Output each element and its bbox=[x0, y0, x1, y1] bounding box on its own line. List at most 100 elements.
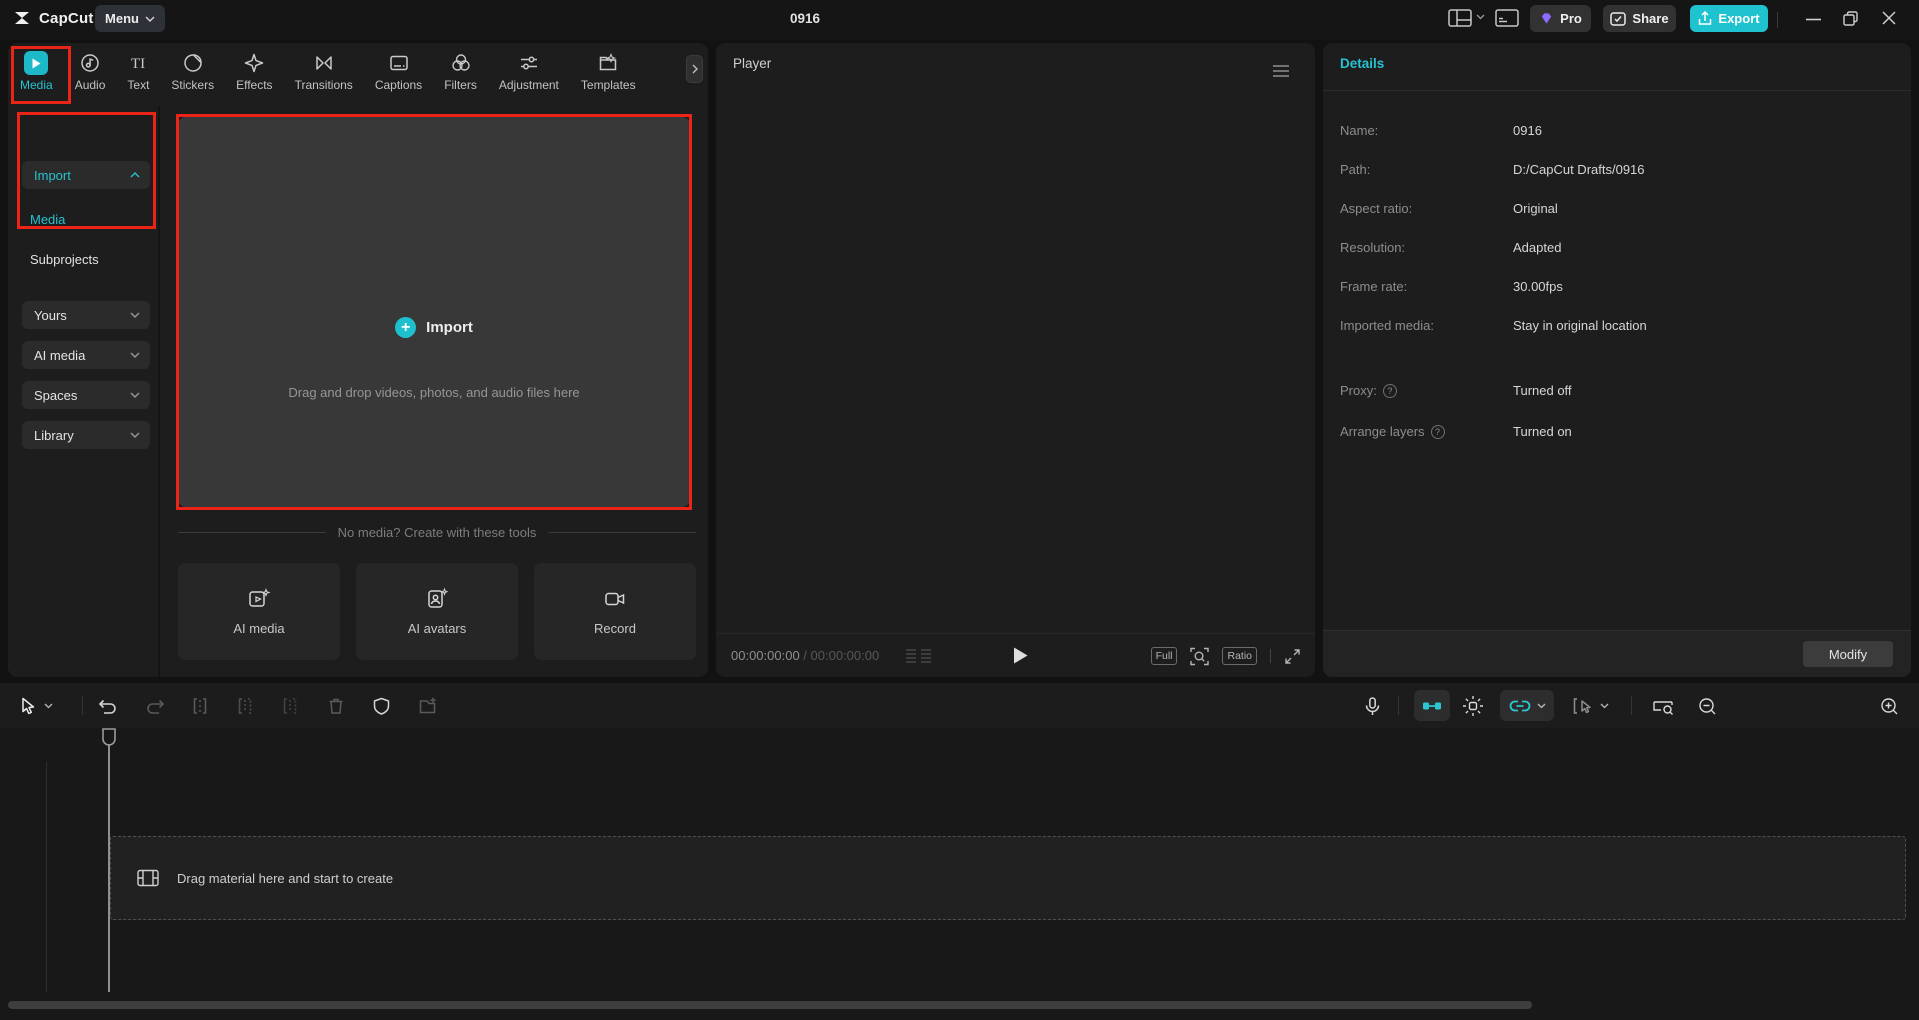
arrange-layers-label-text: Arrange layers bbox=[1340, 424, 1425, 439]
fullscreen-button[interactable] bbox=[1284, 648, 1301, 665]
menu-button[interactable]: Menu bbox=[95, 5, 165, 32]
minimize-button[interactable] bbox=[1806, 18, 1821, 21]
svg-text:TI: TI bbox=[131, 56, 145, 72]
playhead-handle[interactable] bbox=[101, 728, 117, 746]
player-menu-button[interactable] bbox=[1272, 65, 1290, 77]
extract-frame-button[interactable] bbox=[412, 691, 442, 721]
tab-text[interactable]: TI Text bbox=[127, 51, 149, 92]
tab-adjustment[interactable]: Adjustment bbox=[499, 51, 559, 92]
delete-button[interactable] bbox=[321, 691, 351, 721]
tab-audio[interactable]: Audio bbox=[75, 51, 106, 92]
timeline-area[interactable]: Drag material here and start to create bbox=[0, 728, 1919, 1020]
select-mode-button[interactable] bbox=[1564, 691, 1616, 721]
close-button[interactable] bbox=[1882, 11, 1896, 25]
adjust-panel-button[interactable] bbox=[1495, 9, 1519, 27]
zoom-out-button[interactable] bbox=[1692, 691, 1722, 721]
zoom-in-button[interactable] bbox=[1874, 691, 1904, 721]
record-card[interactable]: Record bbox=[534, 563, 696, 660]
text-icon: TI bbox=[127, 52, 149, 74]
tab-templates[interactable]: Templates bbox=[581, 51, 636, 92]
chevron-down-icon bbox=[130, 352, 140, 358]
sidebar-item-subprojects[interactable]: Subprojects bbox=[30, 252, 99, 267]
redo-button[interactable] bbox=[140, 691, 170, 721]
preview-axis-button[interactable] bbox=[1458, 691, 1488, 721]
export-button[interactable]: Export bbox=[1690, 5, 1768, 32]
share-button[interactable]: Share bbox=[1603, 5, 1676, 32]
sidebar-item-yours[interactable]: Yours bbox=[22, 301, 150, 329]
total-time: 00:00:00:00 bbox=[811, 648, 880, 663]
layout-panels-icon bbox=[1448, 9, 1472, 27]
project-title: 0916 bbox=[730, 11, 880, 26]
frame-view-icon[interactable] bbox=[905, 648, 933, 664]
tab-filters-label: Filters bbox=[444, 78, 477, 92]
pro-label: Pro bbox=[1560, 11, 1582, 26]
select-tool-button[interactable] bbox=[12, 691, 60, 721]
media-tab-icon bbox=[24, 51, 48, 75]
export-label: Export bbox=[1718, 11, 1759, 26]
delete-right-button[interactable] bbox=[275, 691, 305, 721]
proxy-value: Turned off bbox=[1513, 383, 1572, 398]
zoom-fit-button[interactable] bbox=[1190, 647, 1209, 666]
split-button[interactable] bbox=[185, 691, 215, 721]
record-card-label: Record bbox=[594, 621, 636, 636]
player-title: Player bbox=[733, 56, 771, 71]
resolution-label: Resolution: bbox=[1340, 240, 1405, 255]
tab-transitions[interactable]: Transitions bbox=[295, 51, 353, 92]
mask-button[interactable] bbox=[366, 691, 396, 721]
tab-media[interactable]: Media bbox=[20, 51, 53, 92]
chevron-down-icon bbox=[44, 703, 53, 709]
delete-left-button[interactable] bbox=[230, 691, 260, 721]
record-camera-icon bbox=[603, 587, 627, 611]
timeline-horizontal-scrollbar[interactable] bbox=[8, 1001, 1532, 1009]
tab-captions[interactable]: Captions bbox=[375, 51, 422, 92]
import-plus-icon: + bbox=[395, 317, 416, 338]
menu-label: Menu bbox=[105, 11, 139, 26]
stickers-icon bbox=[182, 52, 204, 74]
sidebar-item-spaces[interactable]: Spaces bbox=[22, 381, 150, 409]
tab-media-label: Media bbox=[20, 78, 53, 92]
ratio-button[interactable]: Ratio bbox=[1222, 647, 1257, 665]
tab-effects[interactable]: Effects bbox=[236, 51, 272, 92]
full-preview-button[interactable]: Full bbox=[1151, 647, 1178, 665]
proxy-label: Proxy: ? bbox=[1340, 383, 1397, 398]
pro-button[interactable]: Pro bbox=[1530, 5, 1591, 32]
chevron-down-icon bbox=[130, 312, 140, 318]
ai-media-card[interactable]: AI media bbox=[178, 563, 340, 660]
toolbar-separator bbox=[82, 696, 83, 715]
layout-panels-button[interactable] bbox=[1448, 9, 1472, 27]
share-icon bbox=[1610, 12, 1626, 26]
tab-filters[interactable]: Filters bbox=[444, 51, 477, 92]
sidebar-item-library[interactable]: Library bbox=[22, 421, 150, 449]
sidebar-item-media[interactable]: Media bbox=[30, 212, 65, 227]
tabs-overflow-button[interactable] bbox=[686, 55, 703, 83]
play-button[interactable] bbox=[1007, 642, 1033, 668]
player-timecode: 00:00:00:00 / 00:00:00:00 bbox=[731, 648, 879, 663]
maximize-button[interactable] bbox=[1843, 11, 1858, 26]
voiceover-button[interactable] bbox=[1357, 691, 1387, 721]
ai-media-label: AI media bbox=[34, 348, 85, 363]
auto-ripple-toggle-button[interactable] bbox=[1500, 690, 1554, 721]
name-value: 0916 bbox=[1513, 123, 1542, 138]
adapt-timeline-button[interactable] bbox=[1648, 691, 1678, 721]
ai-avatars-card[interactable]: AI avatars bbox=[356, 563, 518, 660]
timeline-drop-zone[interactable]: Drag material here and start to create bbox=[110, 836, 1906, 920]
sidebar-item-ai-media[interactable]: AI media bbox=[22, 341, 150, 369]
tab-audio-label: Audio bbox=[75, 78, 106, 92]
arrange-layers-help-icon[interactable]: ? bbox=[1431, 425, 1445, 439]
captions-icon bbox=[388, 52, 410, 74]
layout-chevron-icon[interactable] bbox=[1476, 14, 1485, 20]
details-title: Details bbox=[1340, 56, 1384, 71]
tab-stickers[interactable]: Stickers bbox=[171, 51, 214, 92]
library-label: Library bbox=[34, 428, 74, 443]
tab-captions-label: Captions bbox=[375, 78, 422, 92]
filters-icon bbox=[450, 52, 472, 74]
modify-button[interactable]: Modify bbox=[1803, 641, 1893, 667]
snap-toggle-button[interactable] bbox=[1414, 690, 1450, 721]
resolution-value: Adapted bbox=[1513, 240, 1561, 255]
divider-line-right bbox=[548, 532, 696, 533]
delete-left-icon bbox=[236, 697, 254, 715]
sidebar-item-import[interactable]: Import bbox=[22, 161, 150, 189]
undo-button[interactable] bbox=[93, 691, 123, 721]
import-drop-zone[interactable]: + Import Drag and drop videos, photos, a… bbox=[178, 117, 690, 507]
proxy-help-icon[interactable]: ? bbox=[1383, 384, 1397, 398]
